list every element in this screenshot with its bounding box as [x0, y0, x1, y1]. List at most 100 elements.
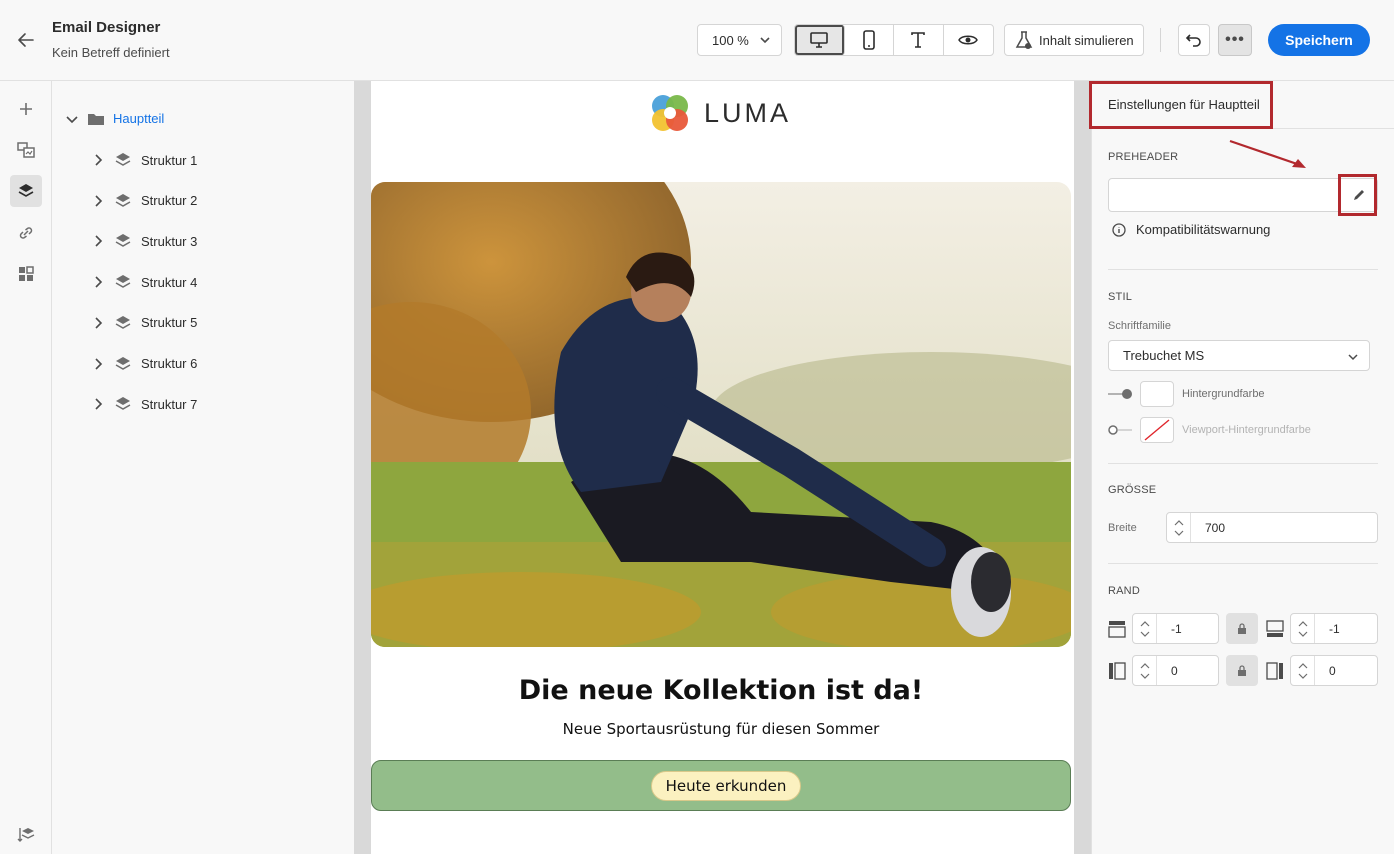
tree-item-label: Struktur 1	[141, 152, 198, 168]
chevron-up-icon	[1298, 620, 1307, 626]
cta-section[interactable]: Heute erkunden	[371, 760, 1071, 811]
chevron-down-icon	[1140, 673, 1149, 679]
font-family-select[interactable]: Trebuchet MS	[1108, 340, 1370, 371]
viewport-bg-toggle[interactable]	[1108, 423, 1134, 437]
margin-right-stepper[interactable]	[1291, 656, 1315, 685]
margin-left-value: 0	[1171, 663, 1178, 678]
chevron-right-icon	[95, 398, 103, 410]
email-canvas: LUMA Die neue Kollektion ist da! Neue Sp…	[354, 81, 1091, 854]
lock-icon	[1238, 622, 1246, 634]
viewport-bg-label: Viewport-Hintergrundfarbe	[1182, 424, 1311, 436]
width-input[interactable]: 700	[1166, 512, 1378, 543]
divider	[1108, 463, 1378, 464]
view-mode-group	[794, 24, 994, 56]
tree-item-label: Struktur 7	[141, 396, 198, 412]
margin-lock-button[interactable]	[1226, 655, 1258, 686]
back-arrow-icon[interactable]	[12, 26, 40, 54]
layers-icon	[115, 397, 131, 411]
tree-item-struktur[interactable]: Struktur 5	[93, 315, 197, 331]
eye-icon	[958, 35, 979, 45]
tree-item-struktur[interactable]: Struktur 7	[93, 396, 197, 412]
lock-icon	[1238, 664, 1246, 676]
margin-top-input[interactable]: -1	[1132, 613, 1219, 644]
layers-icon	[115, 315, 131, 329]
undo-button[interactable]	[1178, 24, 1210, 56]
chevron-right-icon	[95, 154, 103, 166]
hero-image[interactable]	[371, 182, 1071, 647]
margin-top-stepper[interactable]	[1133, 614, 1157, 643]
flask-icon	[1015, 31, 1033, 49]
width-label: Breite	[1108, 522, 1137, 534]
tree-item-struktur[interactable]: Struktur 6	[93, 356, 197, 372]
margin-label: RAND	[1108, 585, 1140, 597]
font-family-label: Schriftfamilie	[1108, 320, 1171, 332]
simulate-content-button[interactable]: Inhalt simulieren	[1004, 24, 1144, 56]
top-bar: Email Designer Kein Betreff definiert 10…	[0, 0, 1394, 81]
tree-root-hauptteil[interactable]: Hauptteil	[65, 111, 164, 126]
chevron-down-icon	[66, 115, 78, 123]
logo-text: LUMA	[704, 97, 792, 128]
undo-icon	[1185, 34, 1201, 47]
style-label: STIL	[1108, 291, 1133, 303]
margin-right-input[interactable]: 0	[1290, 655, 1378, 686]
margin-left-stepper[interactable]	[1133, 656, 1157, 685]
zoom-select[interactable]: 100 %	[697, 24, 782, 56]
margin-bottom-input[interactable]: -1	[1290, 613, 1378, 644]
email-subline[interactable]: Neue Sportausrüstung für diesen Sommer	[371, 720, 1071, 738]
mobile-icon	[862, 30, 875, 50]
preview-button[interactable]	[944, 25, 994, 55]
viewport-bg-swatch[interactable]	[1140, 417, 1174, 443]
margin-bottom-stepper[interactable]	[1291, 614, 1315, 643]
margin-left-icon	[1109, 662, 1126, 680]
margin-lock-button[interactable]	[1226, 613, 1258, 644]
subject-subtitle: Kein Betreff definiert	[52, 45, 170, 60]
tree-item-struktur[interactable]: Struktur 1	[93, 152, 197, 168]
luma-logo[interactable]: LUMA	[648, 91, 791, 135]
chevron-down-icon	[1174, 530, 1183, 536]
tree-item-label: Struktur 5	[141, 315, 198, 331]
margin-left-input[interactable]: 0	[1132, 655, 1219, 686]
settings-panel: Einstellungen für Hauptteil PREHEADER Ko…	[1089, 81, 1394, 854]
text-view-button[interactable]	[894, 25, 944, 55]
width-stepper[interactable]	[1167, 513, 1191, 542]
chevron-down-icon	[1298, 673, 1307, 679]
save-button[interactable]: Speichern	[1268, 24, 1370, 56]
app-title: Email Designer	[52, 19, 161, 36]
layers-icon	[115, 153, 131, 166]
chevron-down-icon	[1298, 631, 1307, 637]
layers-icon[interactable]	[10, 175, 42, 207]
tree-item-struktur[interactable]: Struktur 4	[93, 274, 197, 290]
width-value: 700	[1205, 520, 1226, 535]
cta-button[interactable]: Heute erkunden	[651, 771, 801, 801]
email-body[interactable]: LUMA Die neue Kollektion ist da! Neue Sp…	[371, 81, 1074, 854]
tree-item-struktur[interactable]: Struktur 2	[93, 193, 197, 209]
structure-tree: Hauptteil Struktur 1 Struktur 2 Struktur 3…	[53, 81, 354, 854]
desktop-view-button[interactable]	[795, 25, 845, 55]
bg-color-label: Hintergrundfarbe	[1182, 388, 1265, 400]
tree-item-label: Struktur 6	[141, 356, 198, 371]
chevron-right-icon	[95, 276, 103, 288]
tree-item-struktur[interactable]: Struktur 3	[93, 233, 197, 249]
simulate-label: Inhalt simulieren	[1039, 32, 1134, 48]
email-headline[interactable]: Die neue Kollektion ist da!	[371, 675, 1071, 706]
divider	[1108, 563, 1378, 564]
more-options-button[interactable]: •••	[1218, 24, 1252, 56]
link-icon[interactable]	[10, 217, 42, 249]
fragments-icon[interactable]	[10, 258, 42, 290]
bg-color-toggle[interactable]	[1108, 387, 1134, 401]
tree-item-label: Struktur 3	[141, 233, 198, 249]
chevron-right-icon	[95, 195, 103, 207]
chevron-down-icon	[760, 37, 770, 44]
assets-icon[interactable]	[10, 134, 42, 166]
divider	[1108, 269, 1378, 270]
zoom-value: 100 %	[712, 32, 749, 48]
preheader-label: PREHEADER	[1108, 151, 1179, 163]
add-icon[interactable]	[10, 93, 42, 125]
bg-color-swatch[interactable]	[1140, 381, 1174, 407]
mobile-view-button[interactable]	[845, 25, 894, 55]
compat-warning[interactable]: Kompatibilitätswarnung	[1112, 222, 1270, 237]
layer-settings-icon[interactable]	[10, 818, 42, 850]
margin-top-icon	[1108, 621, 1126, 638]
chevron-up-icon	[1298, 662, 1307, 668]
margin-bottom-icon	[1266, 620, 1284, 637]
